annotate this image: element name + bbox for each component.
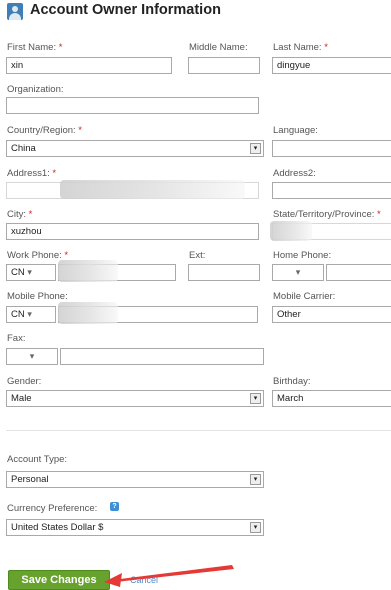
city-label: City: * [7, 209, 33, 220]
fax-label: Fax: [7, 333, 26, 344]
home-phone-input[interactable] [326, 264, 391, 281]
account-type-select[interactable]: Personal ▾ [6, 471, 264, 488]
fax-country-select[interactable]: ▾ [6, 348, 58, 365]
page-title: Account Owner Information [30, 2, 221, 18]
chevron-down-icon: ▾ [27, 309, 32, 319]
account-type-label: Account Type: [7, 454, 68, 465]
state-label: State/Territory/Province: * [273, 209, 381, 220]
gender-label: Gender: [7, 376, 42, 387]
redacted-mobile-phone [58, 302, 118, 324]
chevron-down-icon: ▾ [250, 522, 261, 533]
user-icon [7, 3, 23, 20]
chevron-down-icon: ▾ [29, 351, 35, 361]
help-icon[interactable]: ? [110, 502, 119, 511]
mobile-phone-label: Mobile Phone: [7, 291, 68, 302]
redacted-address1 [60, 180, 245, 199]
address1-label: Address1: * [7, 168, 57, 179]
birthday-label: Birthday: [273, 376, 311, 387]
first-name-input[interactable]: xin [6, 57, 172, 74]
ext-input[interactable] [188, 264, 260, 281]
chevron-down-icon: ▾ [27, 267, 32, 277]
chevron-down-icon: ▾ [295, 267, 301, 277]
first-name-label: First Name: * [7, 42, 63, 53]
save-changes-button[interactable]: Save Changes [8, 570, 110, 590]
organization-label: Organization: [7, 84, 64, 95]
last-name-label: Last Name: * [273, 42, 328, 53]
middle-name-input[interactable] [188, 57, 260, 74]
birthday-month-select[interactable]: March [272, 390, 391, 407]
section-divider [6, 430, 391, 431]
country-label: Country/Region: * [7, 125, 82, 136]
work-phone-country-select[interactable]: CN ▾ [6, 264, 56, 281]
chevron-down-icon: ▾ [250, 143, 261, 154]
address2-label: Address2: [273, 168, 316, 179]
mobile-phone-country-select[interactable]: CN ▾ [6, 306, 56, 323]
language-select[interactable] [272, 140, 391, 157]
language-label: Language: [273, 125, 318, 136]
ext-label: Ext: [189, 250, 206, 261]
last-name-input[interactable]: dingyue [272, 57, 391, 74]
address2-input[interactable] [272, 182, 391, 199]
home-phone-country-select[interactable]: ▾ [272, 264, 324, 281]
middle-name-label: Middle Name: [189, 42, 248, 53]
country-select[interactable]: China ▾ [6, 140, 264, 157]
chevron-down-icon: ▾ [250, 393, 261, 404]
chevron-down-icon: ▾ [250, 474, 261, 485]
gender-select[interactable]: Male ▾ [6, 390, 264, 407]
work-phone-label: Work Phone: * [7, 250, 69, 261]
city-input[interactable]: xuzhou [6, 223, 259, 240]
annotation-arrow-icon [104, 565, 234, 587]
redacted-work-phone [58, 260, 118, 282]
organization-input[interactable] [6, 97, 259, 114]
mobile-carrier-select[interactable]: Other [272, 306, 391, 323]
mobile-carrier-label: Mobile Carrier: [273, 291, 336, 302]
fax-input[interactable] [60, 348, 264, 365]
redacted-state [270, 221, 312, 241]
home-phone-label: Home Phone: [273, 250, 332, 261]
currency-label: Currency Preference: [7, 503, 98, 514]
currency-select[interactable]: United States Dollar $ ▾ [6, 519, 264, 536]
